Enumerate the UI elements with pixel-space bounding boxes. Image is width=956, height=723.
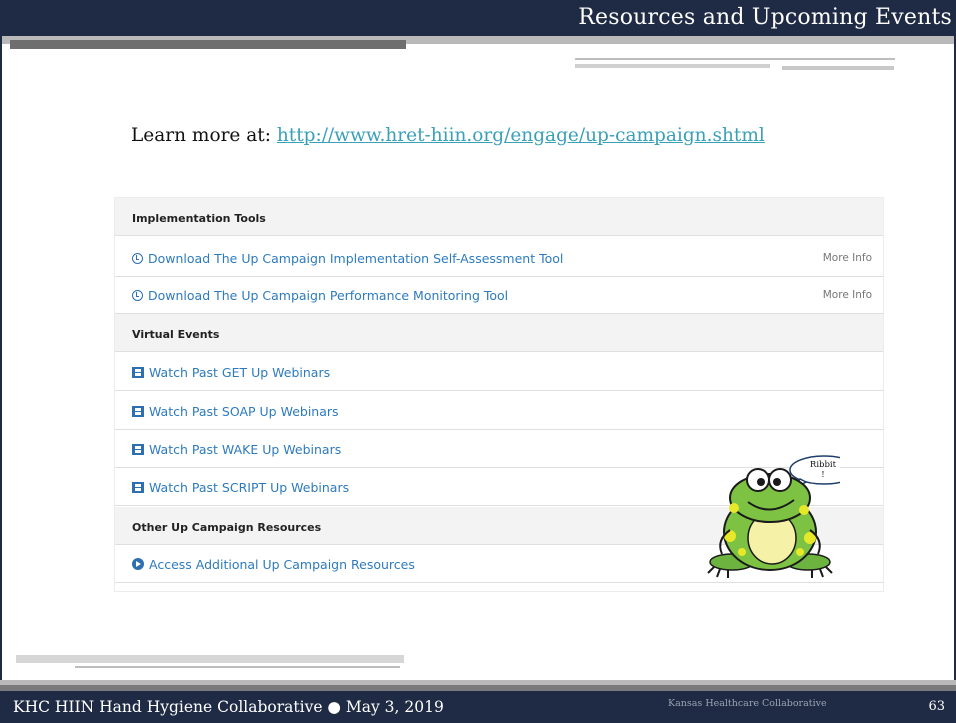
row-label: Watch Past SOAP Up Webinars xyxy=(149,404,339,419)
section-title: Implementation Tools xyxy=(132,212,266,225)
resource-link[interactable]: Watch Past WAKE Up Webinars xyxy=(132,442,341,457)
row-label: Watch Past GET Up Webinars xyxy=(149,365,331,380)
header-decor-line xyxy=(575,58,895,60)
row-label: Implementation Tools xyxy=(132,212,266,225)
footer-decor-line xyxy=(75,666,400,668)
table-row[interactable]: Download The Up Campaign Implementation … xyxy=(115,239,883,277)
row-label: Download The Up Campaign Implementation … xyxy=(148,251,564,266)
slide-title: Resources and Upcoming Events xyxy=(578,5,952,30)
more-info-link[interactable]: More Info xyxy=(823,289,872,301)
speech-bubble-text: Ribbit ! xyxy=(788,460,858,480)
footer-organization: Kansas Healthcare Collaborative xyxy=(668,698,827,709)
table-section-header: Virtual Events xyxy=(115,314,883,352)
row-label: Access Additional Up Campaign Resources xyxy=(149,557,415,572)
download-circle-icon xyxy=(132,253,143,264)
row-label: Other Up Campaign Resources xyxy=(132,521,322,534)
section-title: Other Up Campaign Resources xyxy=(132,521,321,534)
resource-link[interactable]: Watch Past SCRIPT Up Webinars xyxy=(132,480,349,495)
learn-more-label: Learn more at: xyxy=(131,125,277,146)
resource-link[interactable]: Download The Up Campaign Performance Mon… xyxy=(132,288,508,303)
arrow-circle-right-icon xyxy=(132,558,144,570)
film-icon xyxy=(132,367,144,378)
film-icon xyxy=(132,482,144,493)
bubble-text: Ribbit ! xyxy=(809,460,837,480)
slide-number: 63 xyxy=(928,699,945,714)
header-decor-line xyxy=(782,66,894,70)
row-label: Watch Past SCRIPT Up Webinars xyxy=(149,480,350,495)
film-icon xyxy=(132,444,144,455)
table-section-header: Implementation Tools xyxy=(115,198,883,236)
up-campaign-link[interactable]: http://www.hret-hiin.org/engage/up-campa… xyxy=(277,125,765,146)
resource-link[interactable]: Download The Up Campaign Implementation … xyxy=(132,251,563,266)
table-row[interactable]: Download The Up Campaign Performance Mon… xyxy=(115,276,883,314)
row-label: Watch Past WAKE Up Webinars xyxy=(149,442,342,457)
more-info-link[interactable]: More Info xyxy=(823,252,872,264)
table-row[interactable]: Watch Past GET Up Webinars xyxy=(115,353,883,391)
download-circle-icon xyxy=(132,290,143,301)
resource-link[interactable]: Access Additional Up Campaign Resources xyxy=(132,557,415,572)
learn-more-line: Learn more at: http://www.hret-hiin.org/… xyxy=(131,125,765,146)
header-decor-line xyxy=(575,64,770,68)
section-title: Virtual Events xyxy=(132,328,219,341)
row-label: Download The Up Campaign Performance Mon… xyxy=(148,288,509,303)
frame-border-left xyxy=(0,0,2,723)
footer-title: KHC HIIN Hand Hygiene Collaborative ● Ma… xyxy=(13,698,444,716)
film-icon xyxy=(132,406,144,417)
resource-link[interactable]: Watch Past SOAP Up Webinars xyxy=(132,404,339,419)
table-row[interactable]: Watch Past SOAP Up Webinars xyxy=(115,392,883,430)
resource-link[interactable]: Watch Past GET Up Webinars xyxy=(132,365,330,380)
row-label: Virtual Events xyxy=(132,328,220,341)
header-stripe-accent xyxy=(10,40,406,49)
footer-decor-stripe xyxy=(16,655,404,663)
